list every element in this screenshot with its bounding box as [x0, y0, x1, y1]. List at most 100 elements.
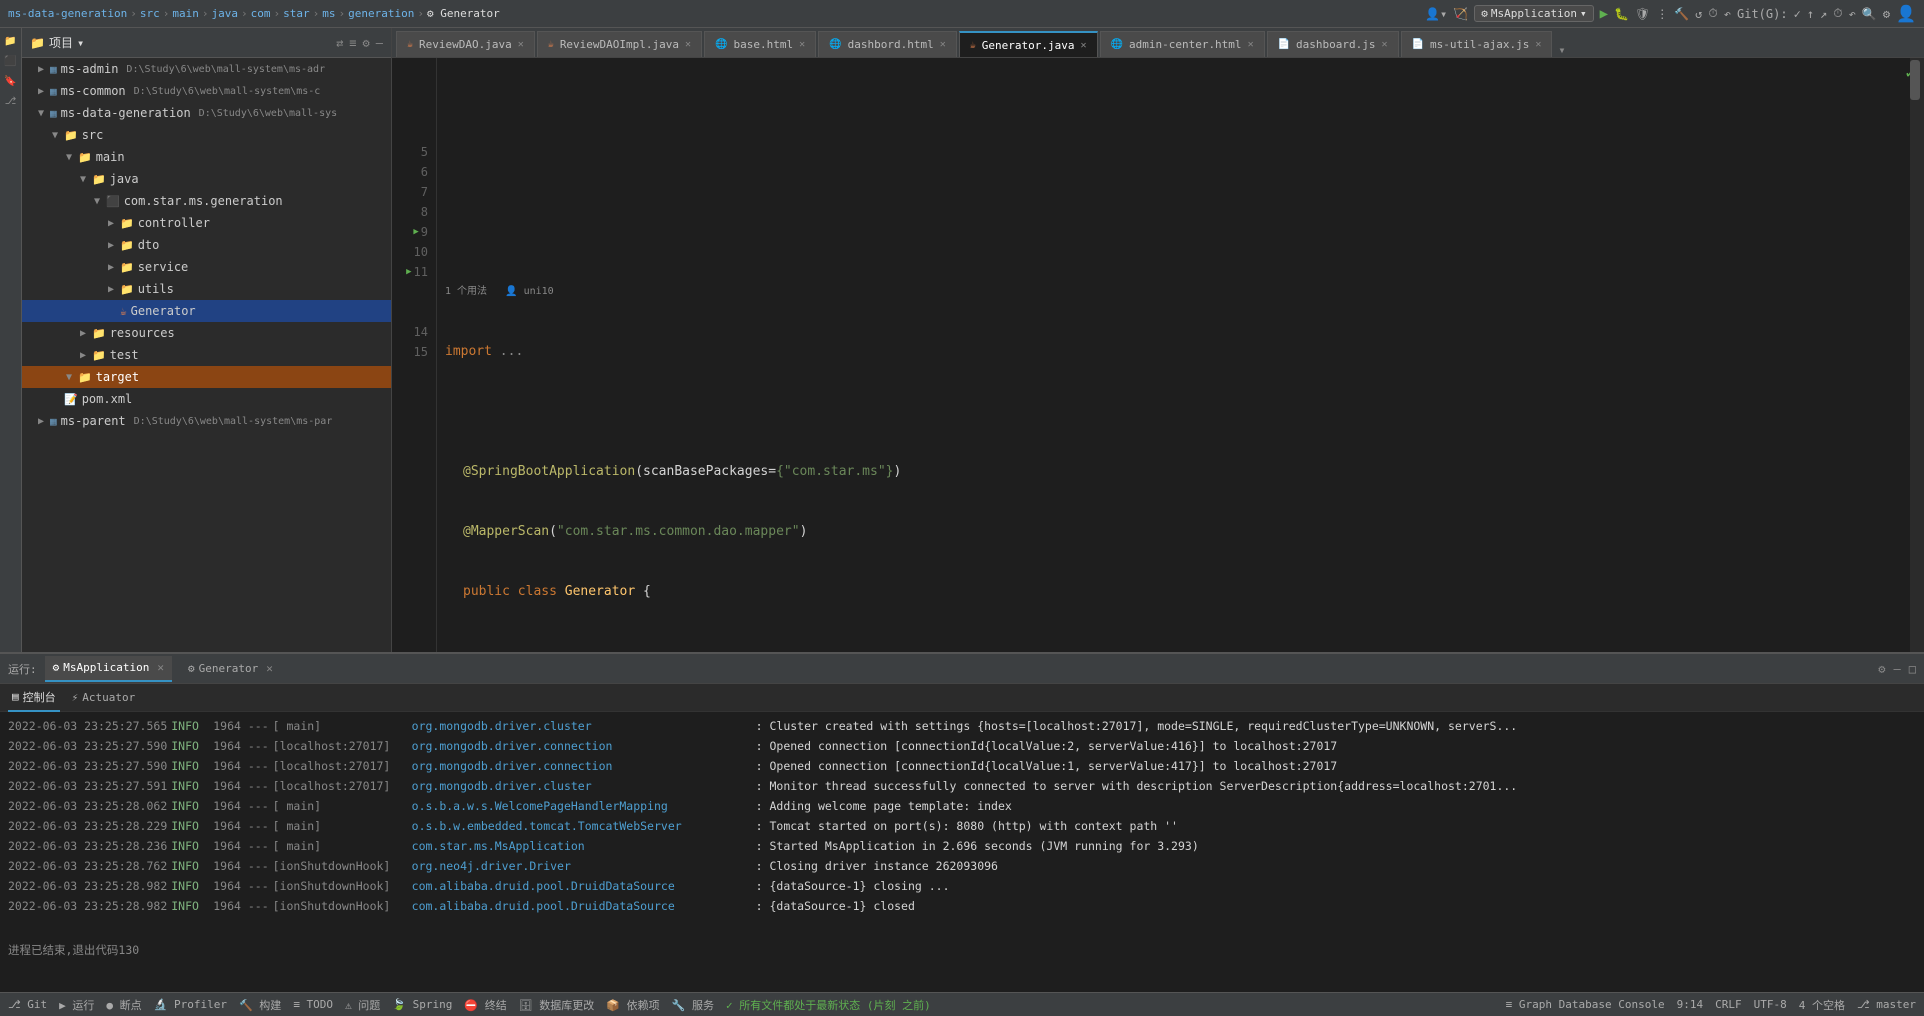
status-encoding[interactable]: UTF-8: [1754, 998, 1787, 1011]
subtab-actuator[interactable]: ⚡ Actuator: [68, 684, 140, 712]
collapse-icon[interactable]: ≡: [349, 36, 356, 50]
minimize-bottom-icon[interactable]: —: [1894, 662, 1901, 676]
maximize-bottom-icon[interactable]: □: [1909, 662, 1916, 676]
tab-dashbord-html[interactable]: 🌐 dashbord.html ✕: [818, 31, 957, 57]
git-history[interactable]: ⏱: [1833, 6, 1842, 21]
run-config[interactable]: ⚙ MsApplication ▾: [1474, 5, 1593, 22]
tree-minimize-icon[interactable]: —: [376, 36, 383, 50]
tab-ms-util-ajax[interactable]: 📄 ms-util-ajax.js ✕: [1401, 31, 1553, 57]
console-output[interactable]: 2022-06-03 23:25:27.565 INFO 1964 --- [ …: [0, 712, 1924, 992]
more-run-button[interactable]: ⋮: [1656, 7, 1668, 21]
git-revert[interactable]: ↶: [1849, 7, 1856, 21]
tree-item-ms-common[interactable]: ▶ ▦ ms-common D:\Study\6\web\mall-system…: [22, 80, 391, 102]
tree-item-pom[interactable]: 📝 pom.xml: [22, 388, 391, 410]
status-crlf[interactable]: CRLF: [1715, 998, 1742, 1011]
tree-settings-icon[interactable]: ⚙: [363, 36, 370, 50]
status-todo[interactable]: ≡ TODO: [293, 998, 333, 1011]
history-button[interactable]: ⏱: [1708, 6, 1717, 21]
tree-item-service[interactable]: ▶ 📁 service: [22, 256, 391, 278]
undo-button[interactable]: ↶: [1724, 7, 1731, 21]
settings-icon[interactable]: ⚙: [1883, 7, 1890, 21]
tab-dashboard-js[interactable]: 📄 dashboard.js ✕: [1267, 31, 1399, 57]
tree-item-dto[interactable]: ▶ 📁 dto: [22, 234, 391, 256]
tree-item-utils[interactable]: ▶ 📁 utils: [22, 278, 391, 300]
breadcrumb-src[interactable]: src: [140, 7, 160, 20]
more-tabs-icon[interactable]: ▾: [1558, 43, 1565, 57]
status-deps[interactable]: 📦 依赖项: [606, 997, 659, 1013]
profile-icon[interactable]: 👤▾: [1425, 7, 1447, 21]
close-ms-app[interactable]: ✕: [157, 661, 164, 674]
tree-item-resources[interactable]: ▶ 📁 resources: [22, 322, 391, 344]
build-button[interactable]: 🔨: [1674, 7, 1689, 21]
status-indent[interactable]: 4 个空格: [1799, 997, 1845, 1013]
editor-scrollbar[interactable]: [1910, 58, 1924, 652]
sidebar-structure-icon[interactable]: ⬛: [2, 52, 20, 70]
tree-item-ms-parent[interactable]: ▶ ▦ ms-parent D:\Study\6\web\mall-system…: [22, 410, 391, 432]
tree-item-target[interactable]: ▼ 📁 target: [22, 366, 391, 388]
close-generator-java[interactable]: ✕: [1080, 40, 1086, 51]
status-build[interactable]: 🔨 构建: [239, 997, 281, 1013]
close-generator-run[interactable]: ✕: [266, 662, 273, 675]
sync-button[interactable]: ↺: [1695, 7, 1702, 21]
status-terminate[interactable]: ⛔ 终结: [464, 997, 506, 1013]
debug-button[interactable]: 🐛: [1614, 7, 1629, 21]
breadcrumb-generation[interactable]: generation: [348, 7, 414, 20]
run-gutter-icon-2[interactable]: ▶: [406, 262, 411, 282]
status-db[interactable]: 🗄 数据库更改: [519, 997, 595, 1013]
coverage-button[interactable]: 🛡: [1635, 7, 1650, 21]
vcs-icon[interactable]: 🏹: [1453, 7, 1468, 21]
tree-item-ms-admin[interactable]: ▶ ▦ ms-admin D:\Study\6\web\mall-system\…: [22, 58, 391, 80]
tab-admin-center[interactable]: 🌐 admin-center.html ✕: [1100, 31, 1265, 57]
tree-item-src[interactable]: ▼ 📁 src: [22, 124, 391, 146]
run-gutter-icon[interactable]: ▶: [413, 222, 418, 242]
sidebar-project-icon[interactable]: 📁: [2, 32, 20, 50]
status-vcs-branch[interactable]: ⎇ master: [1857, 998, 1916, 1011]
breadcrumb-module[interactable]: ms-data-generation: [8, 7, 127, 20]
git-update[interactable]: ↑: [1807, 7, 1814, 21]
status-profiler[interactable]: 🔬 Profiler: [154, 998, 227, 1011]
breadcrumb-ms[interactable]: ms: [322, 7, 335, 20]
close-review-dao[interactable]: ✕: [518, 39, 524, 50]
breadcrumb-java[interactable]: java: [211, 7, 238, 20]
tab-ms-application[interactable]: ⚙ MsApplication ✕: [45, 656, 172, 682]
breadcrumb-star[interactable]: star: [283, 7, 310, 20]
git-push[interactable]: ↗: [1820, 7, 1827, 21]
search-icon[interactable]: 🔍: [1862, 7, 1877, 21]
close-dashbord-html[interactable]: ✕: [940, 39, 946, 50]
code-editor[interactable]: 1 个用法 👤 uni10 import ... @SpringBootAppl…: [437, 58, 1910, 652]
tab-review-dao[interactable]: ☕ ReviewDAO.java ✕: [396, 31, 535, 57]
close-ms-util-ajax[interactable]: ✕: [1535, 39, 1541, 50]
subtab-console[interactable]: ▤ 控制台: [8, 684, 60, 712]
status-services[interactable]: 🔧 服务: [672, 997, 714, 1013]
run-button[interactable]: ▶: [1600, 6, 1608, 22]
tab-base-html[interactable]: 🌐 base.html ✕: [704, 31, 816, 57]
git-check[interactable]: ✓: [1794, 7, 1801, 21]
tree-item-controller[interactable]: ▶ 📁 controller: [22, 212, 391, 234]
tree-item-java[interactable]: ▼ 📁 java: [22, 168, 391, 190]
user-avatar[interactable]: 👤: [1896, 4, 1916, 23]
close-review-dao-impl[interactable]: ✕: [685, 39, 691, 50]
breadcrumb-com[interactable]: com: [251, 7, 271, 20]
tree-item-main[interactable]: ▼ 📁 main: [22, 146, 391, 168]
tree-item-ms-data-generation[interactable]: ▼ ▦ ms-data-generation D:\Study\6\web\ma…: [22, 102, 391, 124]
status-git-icon[interactable]: ⎇ Git: [8, 998, 47, 1011]
sidebar-vcs-icon[interactable]: ⎇: [2, 92, 20, 110]
tab-review-dao-impl[interactable]: ☕ ReviewDAOImpl.java ✕: [537, 31, 702, 57]
close-admin-center[interactable]: ✕: [1248, 39, 1254, 50]
status-line-col[interactable]: 9:14: [1677, 998, 1704, 1011]
status-spring[interactable]: 🍃 Spring: [392, 998, 452, 1011]
tree-item-test[interactable]: ▶ 📁 test: [22, 344, 391, 366]
tab-generator-java[interactable]: ☕ Generator.java ✕: [959, 31, 1098, 57]
close-base-html[interactable]: ✕: [799, 39, 805, 50]
tree-item-package[interactable]: ▼ ⬛ com.star.ms.generation: [22, 190, 391, 212]
sync-tree-icon[interactable]: ⇄: [336, 36, 343, 50]
status-issues[interactable]: ⚠ 问题: [345, 997, 380, 1013]
close-dashboard-js[interactable]: ✕: [1382, 39, 1388, 50]
breadcrumb-main[interactable]: main: [172, 7, 199, 20]
tab-generator-run[interactable]: ⚙ Generator ✕: [180, 656, 281, 682]
status-run[interactable]: ▶ 运行: [59, 997, 94, 1013]
tree-item-generator[interactable]: ☕ Generator: [22, 300, 391, 322]
settings-bottom-icon[interactable]: ⚙: [1878, 662, 1885, 676]
status-graph-db[interactable]: ≡ Graph Database Console: [1506, 998, 1665, 1011]
sidebar-bookmark-icon[interactable]: 🔖: [2, 72, 20, 90]
